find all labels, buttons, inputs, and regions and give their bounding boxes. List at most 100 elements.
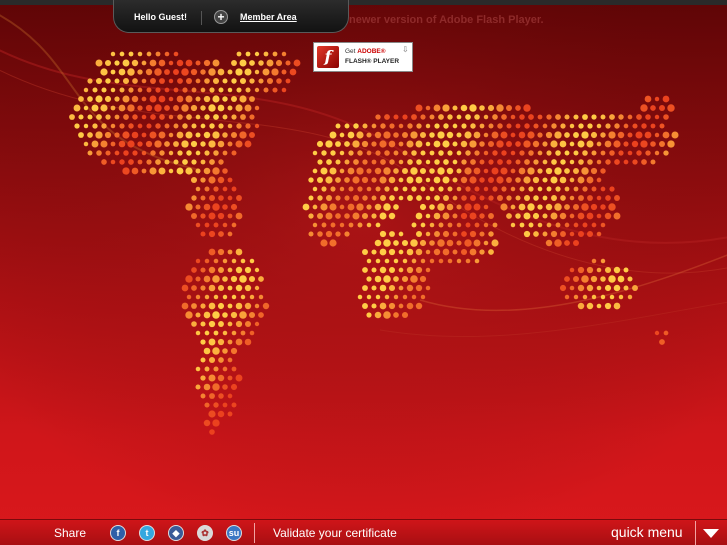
map-dot <box>212 347 220 355</box>
header-divider <box>201 11 202 25</box>
map-dot <box>200 357 206 363</box>
map-dot <box>542 159 548 165</box>
map-dot <box>456 222 462 228</box>
map-dot <box>393 204 399 210</box>
map-dot <box>74 123 80 129</box>
map-dot <box>329 131 337 139</box>
map-dot <box>623 159 629 165</box>
map-dot <box>249 78 255 84</box>
map-dot <box>600 132 606 138</box>
map-dot <box>235 302 243 310</box>
map-dot <box>195 96 201 102</box>
map-dot <box>158 167 166 175</box>
map-dot <box>176 131 184 139</box>
map-dot <box>177 150 183 156</box>
map-dot <box>506 177 512 183</box>
map-dot <box>371 249 377 255</box>
map-dot <box>654 330 660 336</box>
map-dot <box>452 249 458 255</box>
map-dot <box>415 140 423 148</box>
map-dot <box>483 240 489 246</box>
member-area-link[interactable]: Member Area <box>240 12 297 22</box>
map-dot <box>402 114 408 120</box>
quick-menu-label[interactable]: quick menu <box>611 524 683 540</box>
map-dot <box>146 87 152 93</box>
map-dot <box>479 123 485 129</box>
map-dot <box>488 195 494 201</box>
map-dot <box>586 212 594 220</box>
map-dot <box>231 330 237 336</box>
map-dot <box>114 96 120 102</box>
map-dot <box>132 78 138 84</box>
map-dot <box>545 167 553 175</box>
map-dot <box>78 96 84 102</box>
map-dot <box>254 87 260 93</box>
map-dot <box>460 248 468 256</box>
map-dot <box>100 104 108 112</box>
map-dot <box>195 186 201 192</box>
map-dot <box>87 150 93 156</box>
map-dot <box>398 159 404 165</box>
map-dot <box>406 284 414 292</box>
map-dot <box>425 249 431 255</box>
map-dot <box>227 141 233 147</box>
map-dot <box>347 167 355 175</box>
map-dot <box>173 105 179 111</box>
map-dot <box>550 176 558 184</box>
map-dot <box>230 131 238 139</box>
map-dot <box>217 248 225 256</box>
map-dot <box>227 321 233 327</box>
facebook-icon[interactable]: f <box>110 525 126 541</box>
map-dot <box>374 167 382 175</box>
map-dot <box>249 96 255 102</box>
map-dot <box>406 266 414 274</box>
get-flash-player-button[interactable]: f Get ADOBE® FLASH® PLAYER ⇩ <box>313 42 413 72</box>
greeting-text: Hello Guest! <box>134 12 188 22</box>
triangle-down-icon[interactable] <box>703 529 719 538</box>
map-dot <box>254 51 260 57</box>
map-dot <box>230 347 238 355</box>
map-dot <box>650 105 656 111</box>
map-dot <box>122 77 130 85</box>
map-dot <box>227 87 233 93</box>
map-dot <box>479 159 485 165</box>
map-dot <box>393 258 399 264</box>
map-dot <box>258 294 264 300</box>
stumbleupon-icon[interactable]: su <box>226 525 242 541</box>
twitter-icon[interactable]: t <box>139 525 155 541</box>
map-dot <box>627 114 633 120</box>
map-dot <box>248 275 256 283</box>
map-dot <box>375 258 381 264</box>
map-dot <box>581 167 589 175</box>
map-dot <box>158 131 166 139</box>
map-dot <box>420 150 426 156</box>
map-dot <box>415 230 423 238</box>
map-dot <box>91 140 99 148</box>
digg-icon[interactable]: ✿ <box>197 525 213 541</box>
map-dot <box>366 186 372 192</box>
map-dot <box>190 104 198 112</box>
map-dot <box>605 123 611 129</box>
map-dot <box>632 159 638 165</box>
map-dot <box>317 195 323 201</box>
map-dot <box>500 203 508 211</box>
map-dot <box>586 176 594 184</box>
map-dot <box>442 212 450 220</box>
map-dot <box>191 87 197 93</box>
map-dot <box>200 195 206 201</box>
map-dot <box>442 176 450 184</box>
validate-certificate-link[interactable]: Validate your certificate <box>273 526 397 540</box>
map-dot <box>533 231 539 237</box>
map-dot <box>407 159 413 165</box>
map-dot <box>204 330 210 336</box>
map-dot <box>578 195 584 201</box>
plus-circle-icon[interactable]: + <box>214 10 228 24</box>
delicious-icon[interactable]: ◆ <box>168 525 184 541</box>
map-dot <box>335 231 341 237</box>
map-dot <box>554 131 562 139</box>
map-dot <box>497 123 503 129</box>
map-dot <box>479 141 485 147</box>
map-dot <box>141 132 147 138</box>
map-dot <box>141 78 147 84</box>
map-dot <box>384 186 390 192</box>
